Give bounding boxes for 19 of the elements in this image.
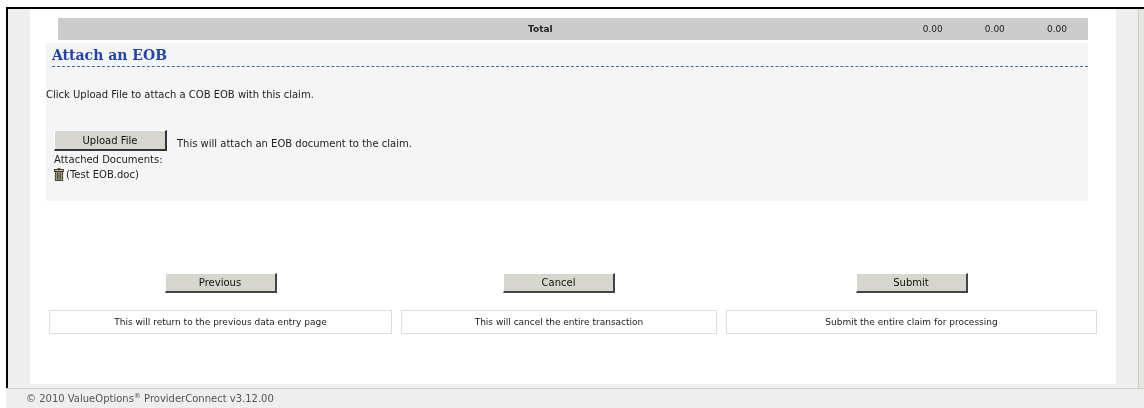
total-value: 0.00 (983, 24, 1006, 34)
action-button[interactable]: Cancel (503, 273, 615, 293)
action-description: Submit the entire claim for processing (726, 310, 1097, 334)
action-button[interactable]: Previous (164, 273, 277, 293)
action-button[interactable]: Submit (855, 273, 968, 293)
action-description: This will return to the previous data entry page (49, 310, 392, 334)
attached-label: Attached Documents: (54, 154, 164, 165)
copyright-text: © 2010 ValueOptions$^{®}$ ProviderConnect v3.12.00 (26, 393, 274, 405)
total-label: Total (528, 24, 554, 34)
section-title: Attach an EOB (52, 47, 1088, 67)
instruction-text: Click Upload File to attach a COB EOB with this claim. (46, 89, 315, 100)
document-name: (Test EOB.doc) (66, 169, 139, 180)
action-description: This will cancel the entire transaction (401, 310, 717, 334)
upload-file-button[interactable]: Upload File (54, 130, 167, 151)
trash-icon[interactable] (54, 168, 64, 181)
upload-hint: This will attach an EOB document to the claim. (177, 138, 412, 149)
scrollbar[interactable] (1138, 9, 1144, 388)
total-value: 0.00 (1045, 24, 1068, 34)
total-value: 0.00 (921, 24, 944, 34)
